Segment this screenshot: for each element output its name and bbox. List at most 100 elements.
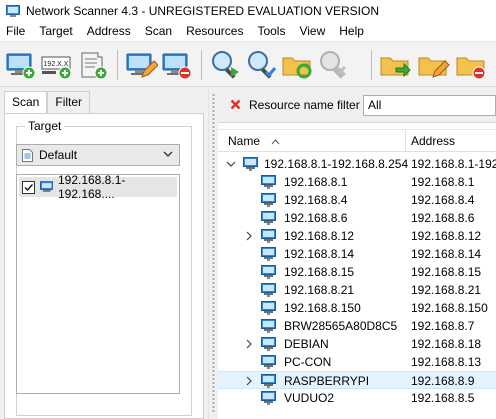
device-address: 192.168.8.18 — [411, 337, 482, 351]
device-row[interactable]: 192.168.8.6 192.168.8.6 — [218, 209, 496, 227]
resource-grid: Name Address 192.168.8.1-192.168.8.254 1… — [218, 129, 496, 419]
computer-icon — [261, 247, 276, 261]
device-address: 192.168.8.4 — [411, 193, 475, 207]
export-folder-icon[interactable] — [378, 49, 412, 81]
add-computer-icon[interactable] — [4, 49, 38, 81]
device-address: 192.168.8.21 — [411, 283, 482, 297]
device-address: 192.168.8.5 — [411, 391, 475, 405]
toolbar-separator — [117, 50, 118, 80]
chevron-right-icon[interactable] — [244, 376, 254, 386]
computer-icon — [261, 175, 276, 189]
device-row[interactable]: 192.168.8.15 192.168.8.15 — [218, 263, 496, 281]
chevron-right-icon[interactable] — [244, 339, 254, 349]
device-address: 192.168.8.15 — [411, 265, 482, 279]
scan-icon[interactable] — [208, 49, 242, 81]
scan-selected-icon[interactable] — [244, 49, 278, 81]
device-address: 192.168.8.9 — [411, 374, 475, 388]
device-row[interactable]: VUDUO2 192.168.8.5 — [218, 389, 496, 407]
device-name: BRW28565A80D8C5 — [284, 319, 398, 333]
computer-icon — [261, 265, 276, 279]
device-address: 192.168.8.14 — [411, 247, 482, 261]
device-row[interactable]: DEBIAN 192.168.8.18 — [218, 335, 496, 353]
menu-file[interactable]: File — [0, 21, 32, 41]
target-group-label: Target — [25, 119, 65, 133]
device-name: 192.168.8.6 — [284, 211, 348, 225]
menu-resources[interactable]: Resources — [179, 21, 250, 41]
right-panel: Resource name filter All Name Address 19… — [218, 87, 496, 419]
window-title: Network Scanner 4.3 - UNREGISTERED EVALU… — [26, 3, 379, 18]
tab-filter[interactable]: Filter — [47, 91, 91, 113]
menu-address[interactable]: Address — [80, 21, 138, 41]
refresh-folder-icon[interactable] — [280, 49, 314, 81]
menu-scan[interactable]: Scan — [138, 21, 179, 41]
chevron-down-icon[interactable] — [226, 159, 236, 169]
device-name: DEBIAN — [284, 337, 329, 351]
device-address: 192.168.8.7 — [411, 319, 475, 333]
column-address-header[interactable]: Address — [406, 130, 496, 152]
device-name: RASPBERRYPI — [284, 374, 370, 388]
scan-tab-body: Target Default 192.168.8.1-192.168.... — [4, 113, 204, 419]
device-name: 192.168.8.150 — [284, 301, 361, 315]
device-row[interactable]: 192.168.8.1 192.168.8.1 — [218, 173, 496, 191]
device-name: 192.168.8.4 — [284, 193, 348, 207]
sort-ascending-icon — [271, 139, 280, 145]
delete-folder-icon[interactable] — [454, 49, 488, 81]
left-tabs: Scan Filter — [4, 91, 91, 114]
column-address-label: Address — [411, 134, 456, 148]
splitter-grip — [212, 93, 215, 413]
edit-folder-icon[interactable] — [416, 49, 450, 81]
device-name: 192.168.8.21 — [284, 283, 355, 297]
menu-target[interactable]: Target — [32, 21, 79, 41]
device-row[interactable]: 192.168.8.4 192.168.8.4 — [218, 191, 496, 209]
device-row[interactable]: BRW28565A80D8C5 192.168.8.7 — [218, 317, 496, 335]
profile-doc-icon — [22, 148, 33, 162]
target-checkbox[interactable] — [22, 180, 35, 194]
device-name: VUDUO2 — [284, 391, 335, 405]
tab-scan[interactable]: Scan — [4, 91, 48, 114]
app-icon — [6, 4, 20, 17]
computer-icon — [261, 283, 276, 297]
device-row[interactable]: 192.168.8.21 192.168.8.21 — [218, 281, 496, 299]
grid-header: Name Address — [218, 130, 496, 152]
add-from-file-icon[interactable] — [76, 49, 110, 81]
target-item[interactable]: 192.168.8.1-192.168.... — [19, 173, 177, 201]
device-address: 192.168.8.150 — [411, 301, 488, 315]
stop-scan-icon[interactable] — [316, 49, 350, 81]
target-item-label: 192.168.8.1-192.168.... — [57, 173, 126, 201]
chevron-down-icon — [163, 151, 173, 157]
add-ip-range-icon[interactable]: 192.X.X — [40, 49, 74, 81]
panel-splitter[interactable] — [208, 87, 218, 419]
device-row[interactable]: 192.168.8.12 192.168.8.12 — [218, 227, 496, 245]
resource-filter-input[interactable]: All — [363, 95, 496, 116]
tree-root-row[interactable]: 192.168.8.1-192.168.8.254 192.168.8.1-19… — [218, 155, 496, 173]
network-range-icon — [243, 157, 258, 171]
device-address: 192.168.8.13 — [411, 355, 482, 369]
title-bar: Network Scanner 4.3 - UNREGISTERED EVALU… — [0, 0, 496, 21]
device-row[interactable]: 192.168.8.14 192.168.8.14 — [218, 245, 496, 263]
device-row[interactable]: PC-CON 192.168.8.13 — [218, 353, 496, 371]
remove-computer-icon[interactable] — [160, 49, 194, 81]
profile-value: Default — [39, 148, 78, 162]
clear-filter-icon[interactable] — [230, 99, 241, 110]
device-name: 192.168.8.14 — [284, 247, 355, 261]
computer-icon — [261, 301, 276, 315]
edit-computer-icon[interactable] — [124, 49, 158, 81]
computer-icon — [39, 181, 53, 192]
menu-help[interactable]: Help — [332, 21, 371, 41]
profile-dropdown[interactable]: Default — [16, 144, 180, 166]
device-row[interactable]: 192.168.8.150 192.168.8.150 — [218, 299, 496, 317]
tree-root-address: 192.168.8.1-192.1 — [411, 157, 496, 171]
device-row[interactable]: RASPBERRYPI 192.168.8.9 — [218, 371, 496, 389]
computer-icon — [261, 337, 276, 351]
toolbar: 192.X.X — [0, 41, 496, 87]
column-name-label: Name — [228, 134, 261, 148]
device-address: 192.168.8.12 — [411, 229, 482, 243]
computer-icon — [261, 319, 276, 333]
column-name-header[interactable]: Name — [218, 130, 406, 152]
chevron-right-icon[interactable] — [244, 231, 254, 241]
tree-root-name: 192.168.8.1-192.168.8.254 — [264, 157, 409, 171]
menu-view[interactable]: View — [292, 21, 332, 41]
device-name: 192.168.8.12 — [284, 229, 355, 243]
menu-tools[interactable]: Tools — [250, 21, 292, 41]
computer-icon — [261, 355, 276, 369]
